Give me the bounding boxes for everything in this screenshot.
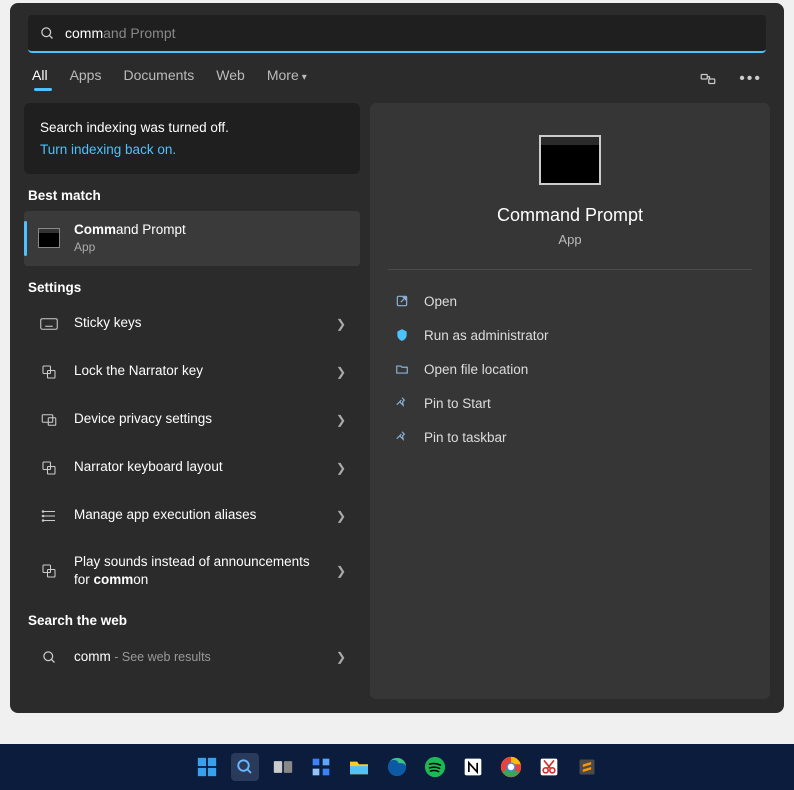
sublime-icon[interactable] bbox=[573, 753, 601, 781]
best-match-text: Command Prompt App bbox=[74, 221, 346, 255]
pin-icon bbox=[394, 429, 410, 445]
tab-documents[interactable]: Documents bbox=[123, 67, 194, 91]
chevron-right-icon: ❯ bbox=[336, 509, 346, 523]
settings-item-narrator-layout[interactable]: Narrator keyboard layout ❯ bbox=[24, 447, 360, 489]
action-open-location[interactable]: Open file location bbox=[388, 352, 752, 386]
spotify-icon[interactable] bbox=[421, 753, 449, 781]
chevron-right-icon: ❯ bbox=[336, 413, 346, 427]
settings-item-sticky-keys[interactable]: Sticky keys ❯ bbox=[24, 303, 360, 345]
search-icon bbox=[38, 646, 60, 668]
narrator-icon bbox=[38, 361, 60, 383]
chevron-right-icon: ❯ bbox=[336, 650, 346, 664]
search-suggest-text: and Prompt bbox=[103, 25, 175, 41]
chrome-icon[interactable] bbox=[497, 753, 525, 781]
divider bbox=[388, 269, 752, 270]
indexing-notice: Search indexing was turned off. Turn ind… bbox=[24, 103, 360, 174]
chevron-right-icon: ❯ bbox=[336, 564, 346, 578]
tab-all[interactable]: All bbox=[32, 67, 48, 91]
search-icon bbox=[40, 26, 55, 41]
tab-web[interactable]: Web bbox=[216, 67, 245, 91]
taskbar-search-icon[interactable] bbox=[231, 753, 259, 781]
notion-icon[interactable] bbox=[459, 753, 487, 781]
action-open[interactable]: Open bbox=[388, 284, 752, 318]
sound-icon bbox=[38, 560, 60, 582]
web-result[interactable]: comm - See web results ❯ bbox=[24, 636, 360, 678]
preview-title: Command Prompt bbox=[497, 205, 643, 226]
aliases-icon bbox=[38, 505, 60, 527]
chevron-right-icon: ❯ bbox=[336, 365, 346, 379]
command-prompt-icon bbox=[38, 227, 60, 249]
task-view-icon[interactable] bbox=[269, 753, 297, 781]
snipping-tool-icon[interactable] bbox=[535, 753, 563, 781]
section-search-web: Search the web bbox=[24, 605, 360, 630]
settings-item-exec-aliases[interactable]: Manage app execution aliases ❯ bbox=[24, 495, 360, 537]
command-prompt-preview-icon bbox=[539, 135, 601, 185]
section-settings: Settings bbox=[24, 272, 360, 297]
shield-icon bbox=[394, 327, 410, 343]
best-match-result[interactable]: Command Prompt App bbox=[24, 211, 360, 265]
chevron-down-icon: ▾ bbox=[302, 72, 307, 83]
search-input[interactable]: command Prompt bbox=[65, 25, 754, 41]
preview-pane: Command Prompt App Open Run as administr… bbox=[370, 103, 770, 699]
action-pin-taskbar[interactable]: Pin to taskbar bbox=[388, 420, 752, 454]
search-tabs: All Apps Documents Web More▾ ••• bbox=[10, 53, 784, 95]
privacy-icon bbox=[38, 409, 60, 431]
search-typed-text: comm bbox=[65, 25, 103, 41]
settings-item-device-privacy[interactable]: Device privacy settings ❯ bbox=[24, 399, 360, 441]
more-options-icon[interactable]: ••• bbox=[739, 70, 762, 88]
open-icon bbox=[394, 293, 410, 309]
action-run-admin[interactable]: Run as administrator bbox=[388, 318, 752, 352]
indexing-msg: Search indexing was turned off. bbox=[40, 117, 344, 139]
windows-search-panel: command Prompt All Apps Documents Web Mo… bbox=[10, 3, 784, 713]
results-column: Search indexing was turned off. Turn ind… bbox=[24, 103, 360, 699]
settings-item-lock-narrator[interactable]: Lock the Narrator key ❯ bbox=[24, 351, 360, 393]
widgets-icon[interactable] bbox=[307, 753, 335, 781]
taskbar bbox=[0, 744, 794, 790]
keyboard-icon bbox=[38, 313, 60, 335]
chevron-right-icon: ❯ bbox=[336, 461, 346, 475]
action-pin-start[interactable]: Pin to Start bbox=[388, 386, 752, 420]
tab-apps[interactable]: Apps bbox=[70, 67, 102, 91]
search-bar[interactable]: command Prompt bbox=[28, 15, 766, 53]
preview-sub: App bbox=[558, 232, 581, 247]
settings-item-play-sounds[interactable]: Play sounds instead of announcements for… bbox=[24, 543, 360, 599]
edge-icon[interactable] bbox=[383, 753, 411, 781]
chevron-right-icon: ❯ bbox=[336, 317, 346, 331]
search-options-icon[interactable] bbox=[699, 70, 717, 88]
pin-icon bbox=[394, 395, 410, 411]
start-button[interactable] bbox=[193, 753, 221, 781]
narrator-icon bbox=[38, 457, 60, 479]
section-best-match: Best match bbox=[24, 180, 360, 205]
file-explorer-icon[interactable] bbox=[345, 753, 373, 781]
folder-icon bbox=[394, 361, 410, 377]
indexing-link[interactable]: Turn indexing back on. bbox=[40, 139, 344, 161]
tab-more[interactable]: More▾ bbox=[267, 67, 307, 91]
